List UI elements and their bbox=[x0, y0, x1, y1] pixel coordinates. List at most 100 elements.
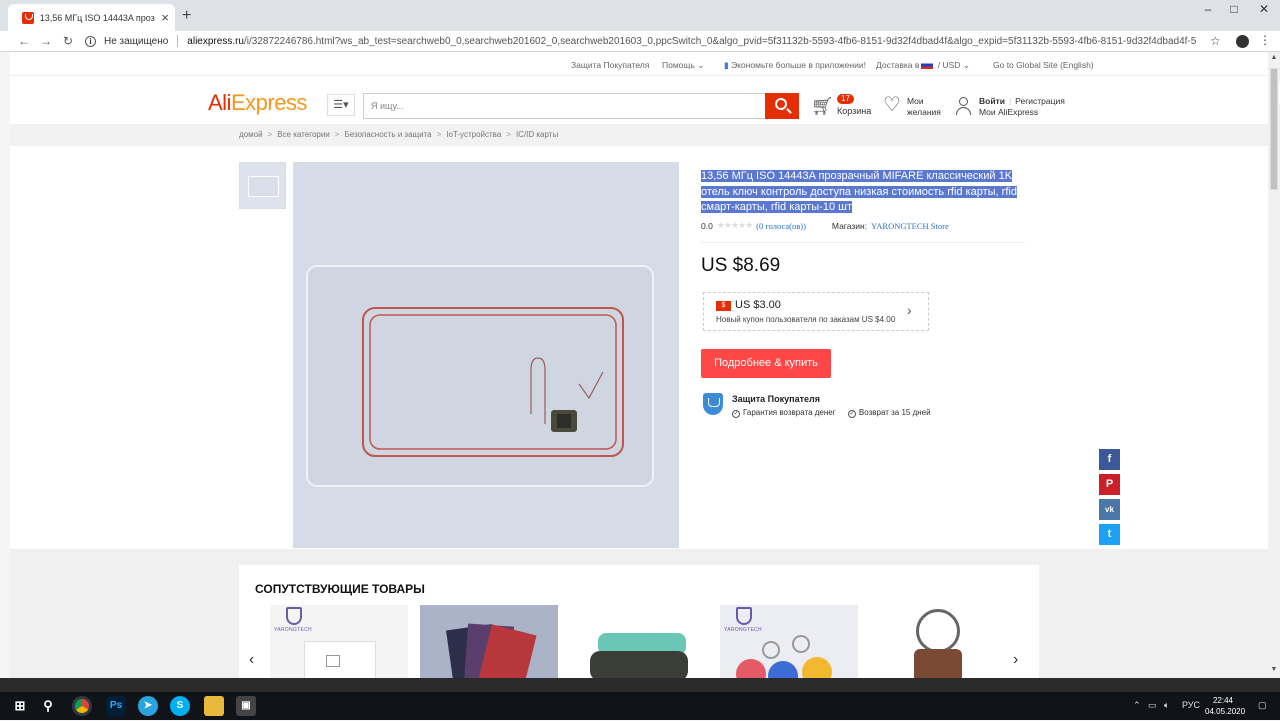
yarongtech-logo-icon bbox=[286, 607, 302, 625]
url-path: /i/32872246786.html?ws_ab_test=searchweb… bbox=[244, 35, 1197, 47]
help-menu[interactable]: Помощь ⌄ bbox=[662, 60, 704, 71]
url-text[interactable]: aliexpress.ru/i/32872246786.html?ws_ab_t… bbox=[187, 36, 1196, 47]
network-icon[interactable]: ▭ bbox=[1148, 700, 1157, 711]
chevron-down-icon: ⌄ bbox=[697, 60, 705, 70]
rating-row: 0.0 ★★★★★ (0 голоса(ов)) Магазин: YARONG… bbox=[701, 220, 949, 231]
votes-link[interactable]: (0 голоса(ов)) bbox=[756, 221, 806, 231]
global-site-link[interactable]: Go to Global Site (English) bbox=[993, 60, 1094, 70]
pinterest-share-icon[interactable]: P bbox=[1099, 474, 1120, 495]
back-icon[interactable]: ← bbox=[16, 34, 32, 48]
forward-icon[interactable]: → bbox=[38, 34, 54, 48]
vk-share-icon[interactable]: vk bbox=[1099, 499, 1120, 520]
profile-avatar[interactable] bbox=[1236, 35, 1249, 48]
new-tab-icon[interactable]: + bbox=[182, 7, 191, 25]
facebook-share-icon[interactable]: f bbox=[1099, 449, 1120, 470]
heart-icon: ♡ bbox=[883, 94, 901, 116]
product-title[interactable]: 13,56 МГц ISO 14443A прозрачный MIFARE к… bbox=[701, 169, 1031, 216]
product-thumbnail[interactable] bbox=[239, 162, 286, 209]
related-item[interactable]: YARONGTECH bbox=[270, 605, 408, 678]
skype-taskbar-icon[interactable]: S bbox=[170, 696, 190, 716]
related-title: СОПУТСТВУЮЩИЕ ТОВАРЫ bbox=[255, 582, 425, 596]
url-domain: aliexpress.ru bbox=[187, 35, 244, 47]
breadcrumb-item[interactable]: IoT-устройства bbox=[446, 130, 501, 139]
chrome-taskbar-icon[interactable] bbox=[72, 696, 92, 716]
product-main-image[interactable] bbox=[293, 162, 679, 548]
search-button[interactable] bbox=[765, 93, 799, 119]
shipping-label: Доставка в bbox=[876, 60, 920, 70]
search-input[interactable]: Я ищу... bbox=[363, 93, 766, 119]
divider bbox=[701, 242, 1025, 243]
coupon-description: Новый купон пользователя по заказам US $… bbox=[716, 315, 896, 324]
info-icon[interactable]: i bbox=[85, 35, 96, 47]
yarongtech-logo-icon bbox=[736, 607, 752, 625]
menu-kebab-icon[interactable]: ⋮ bbox=[1259, 33, 1271, 47]
maximize-icon[interactable]: □ bbox=[1220, 2, 1248, 16]
brand-text: YARONGTECH bbox=[274, 627, 312, 633]
coupon-box[interactable]: $ US $3.00 Новый купон пользователя по з… bbox=[703, 292, 929, 331]
windows-taskbar: ⊞ ⚲ Ps ➤ S ▣ ⌃ ▭ 🔈︎ РУС 22:44 04.05.2020… bbox=[0, 692, 1280, 720]
file-explorer-taskbar-icon[interactable] bbox=[204, 696, 224, 716]
minimize-icon[interactable]: – bbox=[1194, 2, 1222, 16]
breadcrumb-item[interactable]: домой bbox=[239, 130, 263, 139]
security-label: Не защищено bbox=[104, 35, 169, 47]
clock[interactable]: 22:44 04.05.2020 bbox=[1205, 695, 1245, 717]
phone-icon: ▮ bbox=[724, 60, 729, 70]
wishlist-label: Мои желания bbox=[907, 96, 941, 117]
currency-label: USD bbox=[942, 60, 961, 70]
photoshop-taskbar-icon[interactable]: Ps bbox=[106, 696, 126, 716]
tray-chevron-icon[interactable]: ⌃ bbox=[1133, 700, 1141, 711]
twitter-share-icon[interactable]: t bbox=[1099, 524, 1120, 545]
app-promo-link[interactable]: ▮ Экономьте больше в приложении! bbox=[724, 60, 866, 71]
details-buy-button[interactable]: Подробнее & купить bbox=[701, 349, 831, 378]
buyer-protection-title: Защита Покупателя bbox=[732, 394, 820, 404]
bookmark-star-icon[interactable]: ☆ bbox=[1210, 34, 1221, 48]
register-link[interactable]: Регистрация bbox=[1015, 96, 1065, 106]
product-price: US $8.69 bbox=[701, 255, 781, 276]
star-rating-icon: ★★★★★ bbox=[716, 220, 753, 230]
close-tab-icon[interactable]: × bbox=[161, 10, 169, 25]
clock-time: 22:44 bbox=[1212, 696, 1234, 705]
related-item[interactable] bbox=[420, 605, 558, 678]
browser-tab[interactable]: 13,56 МГц ISO 14443A прозрачн × bbox=[8, 4, 175, 31]
shield-icon bbox=[703, 393, 723, 415]
login-link[interactable]: Войти bbox=[979, 96, 1005, 106]
help-label: Помощь bbox=[662, 60, 695, 70]
breadcrumb-item[interactable]: IC/ID карты bbox=[516, 130, 558, 139]
search-icon[interactable]: ⚲ bbox=[38, 696, 58, 716]
scrollbar-thumb[interactable] bbox=[1270, 68, 1280, 190]
language-indicator[interactable]: РУС bbox=[1182, 700, 1200, 710]
carousel-next-icon[interactable]: › bbox=[1013, 651, 1018, 669]
breadcrumb-item[interactable]: Безопасность и защита bbox=[344, 130, 431, 139]
reload-icon[interactable]: ↻ bbox=[60, 34, 76, 48]
categories-menu-button[interactable]: ☰▾ bbox=[327, 94, 355, 116]
breadcrumb-item[interactable]: Все категории bbox=[277, 130, 330, 139]
protection-item: Возврат за 15 дней bbox=[858, 408, 931, 417]
page-scrollbar[interactable]: ▲ ▼ bbox=[1268, 52, 1280, 678]
scroll-down-icon[interactable]: ▼ bbox=[1268, 666, 1280, 673]
related-item[interactable] bbox=[870, 605, 1008, 678]
carousel-prev-icon[interactable]: ‹ bbox=[249, 651, 254, 669]
related-item[interactable] bbox=[570, 605, 708, 678]
close-window-icon[interactable]: ✕ bbox=[1250, 2, 1278, 16]
page-viewport: Защита Покупателя Помощь ⌄ ▮ Экономьте б… bbox=[10, 52, 1268, 678]
shipping-currency-menu[interactable]: Доставка в / USD ⌄ bbox=[876, 60, 970, 71]
cart-count-badge: 17 bbox=[837, 94, 854, 104]
address-bar[interactable]: i Не защищено aliexpress.ru/i/3287224678… bbox=[85, 35, 1196, 47]
buyer-protection-link[interactable]: Защита Покупателя bbox=[571, 60, 649, 70]
store-link[interactable]: YARONGTECH Store bbox=[871, 221, 949, 231]
check-circle-icon: ✓ bbox=[732, 410, 740, 418]
media-taskbar-icon[interactable]: ▣ bbox=[236, 696, 256, 716]
user-icon bbox=[955, 96, 971, 116]
aliexpress-logo[interactable]: AliExpress bbox=[208, 90, 307, 116]
rating-value: 0.0 bbox=[701, 220, 713, 231]
breadcrumb: домой > Все категории > Безопасность и защит… bbox=[239, 130, 559, 139]
scroll-up-icon[interactable]: ▲ bbox=[1268, 54, 1280, 61]
volume-icon[interactable]: 🔈︎ bbox=[1164, 700, 1169, 711]
cart-icon: 🛒︎ bbox=[811, 96, 834, 116]
notifications-icon[interactable]: ▢ bbox=[1258, 700, 1267, 711]
coupon-amount: US $3.00 bbox=[735, 299, 781, 311]
windows-start-icon[interactable]: ⊞ bbox=[10, 696, 30, 716]
related-item[interactable]: YARONGTECH bbox=[720, 605, 858, 678]
my-account-link[interactable]: Мои AliExpress bbox=[979, 107, 1038, 117]
telegram-taskbar-icon[interactable]: ➤ bbox=[138, 696, 158, 716]
